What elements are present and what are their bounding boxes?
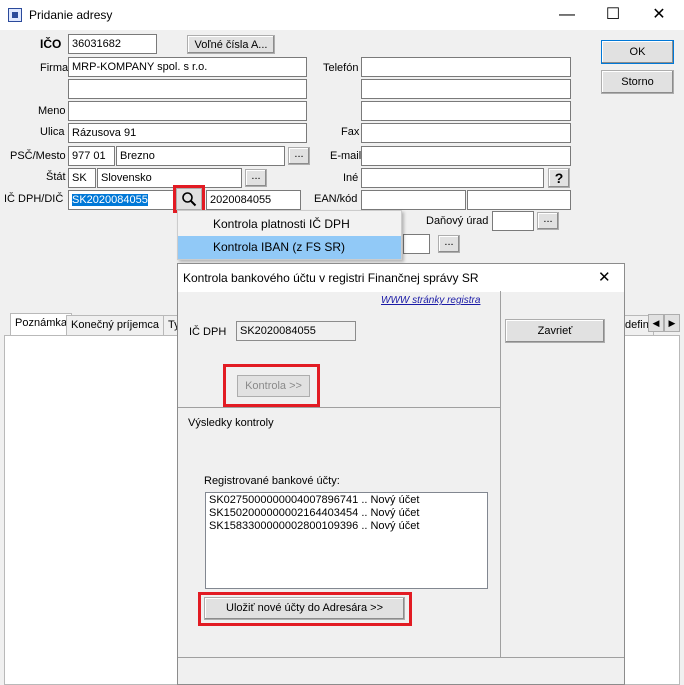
mesto-browse-button[interactable]: ... [288, 147, 310, 165]
icdph-search-button[interactable] [176, 188, 202, 210]
accounts-listbox[interactable]: SK0275000000004007896741 .. Nový účet SK… [205, 492, 488, 589]
tab-scroll-left-icon[interactable]: ◀ [648, 314, 664, 332]
icdph-input[interactable]: SK2020084055 [68, 190, 176, 210]
danovy-urad-label: Daňový úrad [426, 215, 489, 227]
danovy-urad-browse-button[interactable]: ... [537, 212, 559, 230]
dialog-title: Kontrola bankového účtu v registri Finan… [183, 271, 479, 285]
partial-browse-button[interactable]: ... [438, 235, 460, 253]
firma-label: Firma [40, 62, 69, 74]
accounts-label: Registrované bankové účty: [204, 475, 340, 487]
dialog-icdph-label: IČ DPH [189, 326, 227, 338]
stat-code-input[interactable]: SK [68, 168, 96, 188]
results-label: Výsledky kontroly [188, 417, 274, 429]
telefon-input[interactable] [361, 57, 571, 77]
list-item[interactable]: SK1583300000002800109396 .. Nový účet [209, 520, 484, 533]
save-accounts-button[interactable]: Uložiť nové účty do Adresára >> [204, 597, 405, 620]
firma-input[interactable]: MRP-KOMPANY spol. s r.o. [68, 57, 307, 77]
danovy-urad-input[interactable] [492, 211, 534, 231]
ico-label: IČO [40, 37, 62, 51]
dialog-divider-horizontal [178, 407, 500, 408]
field-partial-input[interactable] [403, 234, 430, 254]
stat-name-input[interactable]: Slovensko [97, 168, 242, 188]
maximize-icon[interactable]: ☐ [590, 0, 636, 30]
close-icon[interactable]: ✕ [636, 0, 682, 30]
email-label: E-mail [330, 150, 362, 162]
magnifier-icon [182, 192, 197, 207]
mesto-input[interactable]: Brezno [116, 146, 285, 166]
tab-konecny-prijemca[interactable]: Konečný príjemca [66, 315, 165, 335]
ine-input[interactable] [361, 168, 544, 188]
ean-input-2[interactable] [467, 190, 571, 210]
telefon-input-2[interactable] [361, 79, 571, 99]
fax-input[interactable] [361, 123, 571, 143]
fax-label: Fax [341, 126, 360, 138]
dialog-divider-vertical [500, 291, 501, 657]
tab-scroll-right-icon[interactable]: ▶ [664, 314, 680, 332]
dialog-icdph-value: SK2020084055 [236, 321, 356, 341]
ok-button[interactable]: OK [601, 40, 674, 64]
kontrola-button[interactable]: Kontrola >> [237, 375, 310, 397]
minimize-icon[interactable]: — [544, 0, 590, 30]
ine-label: Iné [343, 172, 359, 184]
ean-input[interactable] [361, 190, 466, 210]
email-input[interactable] [361, 146, 571, 166]
ean-label: EAN/kód [314, 193, 358, 205]
menu-item-kontrola-iban[interactable]: Kontrola IBAN (z FS SR) [178, 236, 401, 259]
ico-input[interactable]: 36031682 [68, 34, 157, 54]
dialog-close-icon[interactable]: ✕ [598, 268, 611, 286]
psc-input[interactable]: 977 01 [68, 146, 115, 166]
window-title: Pridanie adresy [29, 8, 113, 22]
app-icon [8, 8, 22, 22]
dialog-footer-divider [178, 657, 624, 658]
stat-browse-button[interactable]: ... [245, 169, 267, 187]
storno-button[interactable]: Storno [601, 70, 674, 94]
psc-label: PSČ/Mesto [10, 150, 66, 162]
icdph-selected-text: SK2020084055 [72, 194, 148, 206]
meno-input[interactable] [68, 101, 307, 121]
menu-item-kontrola-platnosti[interactable]: Kontrola platnosti IČ DPH [178, 213, 401, 236]
free-numbers-button[interactable]: Voľné čísla A... [187, 35, 275, 54]
context-menu: Kontrola platnosti IČ DPH Kontrola IBAN … [177, 210, 402, 260]
dic-input[interactable]: 2020084055 [206, 190, 301, 210]
list-item[interactable]: SK1502000000002164403454 .. Nový účet [209, 507, 484, 520]
tab-poznamka[interactable]: Poznámka [10, 313, 72, 335]
list-item[interactable]: SK0275000000004007896741 .. Nový účet [209, 494, 484, 507]
ulica-input[interactable]: Rázusova 91 [68, 123, 307, 143]
telefon-input-3[interactable] [361, 101, 571, 121]
telefon-label: Telefón [323, 62, 359, 74]
help-button[interactable]: ? [548, 168, 570, 188]
zavriet-button[interactable]: Zavrieť [505, 319, 605, 343]
stat-label: Štát [46, 171, 66, 183]
icdph-label: IČ DPH/DIČ [4, 193, 64, 205]
registry-link[interactable]: WWW stránky registra [381, 295, 480, 306]
bank-account-dialog: Kontrola bankového účtu v registri Finan… [177, 263, 625, 685]
ulica-label: Ulica [40, 126, 65, 138]
meno-label: Meno [38, 105, 66, 117]
firma-input-2[interactable] [68, 79, 307, 99]
